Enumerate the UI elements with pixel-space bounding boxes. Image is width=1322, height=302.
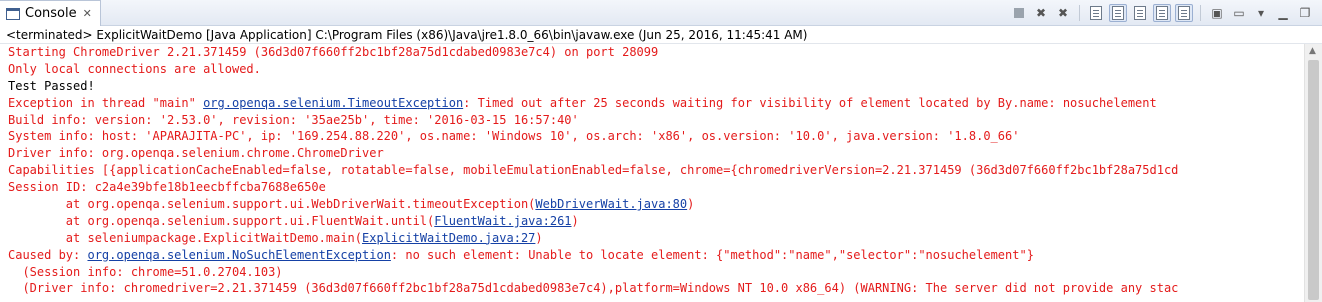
stacktrace-link[interactable]: FluentWait.java:261 [434, 214, 571, 228]
close-icon[interactable]: ✕ [83, 7, 92, 20]
scroll-lock-icon[interactable] [1087, 4, 1105, 22]
display-selected-console-icon[interactable]: ▣ [1208, 4, 1226, 22]
show-on-stderr-icon[interactable] [1153, 4, 1171, 22]
toolbar-separator [1200, 5, 1201, 21]
console-text: System info: host: 'APARAJITA-PC', ip: '… [8, 129, 1020, 144]
terminate-icon[interactable] [1010, 4, 1028, 22]
view-menu-icon[interactable]: ▾ [1252, 4, 1270, 22]
console-text: Test Passed! [8, 78, 95, 93]
console-line: at org.openqa.selenium.support.ui.WebDri… [8, 196, 1304, 213]
console-line: Starting ChromeDriver 2.21.371459 (36d3d… [8, 44, 1304, 61]
console-line: Only local connections are allowed. [8, 61, 1304, 78]
console-text: Build info: version: '2.53.0', revision:… [8, 112, 579, 127]
minimize-icon[interactable]: ▁ [1274, 4, 1292, 22]
tab-console[interactable]: Console ✕ [0, 0, 101, 26]
console-text: (Session info: chrome=51.0.2704.103) [8, 264, 283, 279]
pin-console-icon[interactable] [1175, 4, 1193, 22]
console-line: System info: host: 'APARAJITA-PC', ip: '… [8, 128, 1304, 145]
scroll-up-arrow-icon[interactable]: ▲ [1309, 46, 1316, 56]
console-line: Test Passed! [8, 78, 1304, 95]
console-text: Capabilities [{applicationCacheEnabled=f… [8, 163, 1179, 178]
toolbar-separator [1079, 5, 1080, 21]
console-text: Exception in thread "main" [8, 95, 204, 110]
console-text: at org.openqa.selenium.support.ui.Fluent… [8, 213, 435, 228]
console-text: at seleniumpackage.ExplicitWaitDemo.main… [8, 230, 363, 245]
console-text: (Driver info: chromedriver=2.21.371459 (… [8, 281, 1179, 296]
console-line: (Session info: chrome=51.0.2704.103) [8, 264, 1304, 281]
console-text: ) [535, 230, 543, 245]
console-output[interactable]: Starting ChromeDriver 2.21.371459 (36d3d… [0, 44, 1304, 302]
scrollbar-thumb[interactable] [1308, 60, 1319, 300]
console-text: Session ID: c2a4e39bfe18b1eecbffcba7688e… [8, 180, 326, 195]
stacktrace-link[interactable]: WebDriverWait.java:80 [535, 197, 687, 211]
remove-launch-icon[interactable]: ✖ [1032, 4, 1050, 22]
stacktrace-link[interactable]: org.openqa.selenium.TimeoutException [203, 96, 463, 110]
console-line: Capabilities [{applicationCacheEnabled=f… [8, 162, 1304, 179]
console-icon [6, 7, 20, 20]
console-line: at seleniumpackage.ExplicitWaitDemo.main… [8, 230, 1304, 247]
process-status-line: <terminated> ExplicitWaitDemo [Java Appl… [0, 27, 1322, 44]
maximize-icon[interactable]: ❐ [1296, 4, 1314, 22]
console-text: Caused by: [8, 247, 88, 262]
console-text: at org.openqa.selenium.support.ui.WebDri… [8, 197, 536, 212]
stacktrace-link[interactable]: ExplicitWaitDemo.java:27 [362, 231, 535, 245]
console-text: Only local connections are allowed. [8, 61, 261, 76]
show-on-stdout-icon[interactable] [1131, 4, 1149, 22]
remove-all-terminated-icon[interactable]: ✖ [1054, 4, 1072, 22]
console-line: (Driver info: chromedriver=2.21.371459 (… [8, 280, 1304, 297]
console-text: ) [571, 213, 579, 228]
vertical-scrollbar[interactable]: ▲ [1304, 44, 1322, 302]
console-line: Driver info: org.openqa.selenium.chrome.… [8, 145, 1304, 162]
console-text: Driver info: org.openqa.selenium.chrome.… [8, 146, 384, 161]
console-text: : no such element: Unable to locate elem… [390, 247, 1034, 262]
console-text: : Timed out after 25 seconds waiting for… [463, 95, 1157, 110]
open-console-icon[interactable]: ▭ [1230, 4, 1248, 22]
console-toolbar: ✖ ✖ ▣ ▭ ▾ ▁ ❐ [1010, 4, 1314, 22]
tab-console-label: Console [25, 6, 77, 21]
console-text: Starting ChromeDriver 2.21.371459 (36d3d… [8, 45, 659, 59]
console-line: Build info: version: '2.53.0', revision:… [8, 112, 1304, 129]
view-tab-bar: Console ✕ ✖ ✖ ▣ ▭ ▾ ▁ ❐ [0, 0, 1322, 26]
console-line: Session ID: c2a4e39bfe18b1eecbffcba7688e… [8, 179, 1304, 196]
console-line: Caused by: org.openqa.selenium.NoSuchEle… [8, 247, 1304, 264]
console-text: ) [687, 197, 695, 212]
console-line: Exception in thread "main" org.openqa.se… [8, 95, 1304, 112]
word-wrap-icon[interactable] [1109, 4, 1127, 22]
console-line: at org.openqa.selenium.support.ui.Fluent… [8, 213, 1304, 230]
stacktrace-link[interactable]: org.openqa.selenium.NoSuchElementExcepti… [87, 248, 390, 262]
